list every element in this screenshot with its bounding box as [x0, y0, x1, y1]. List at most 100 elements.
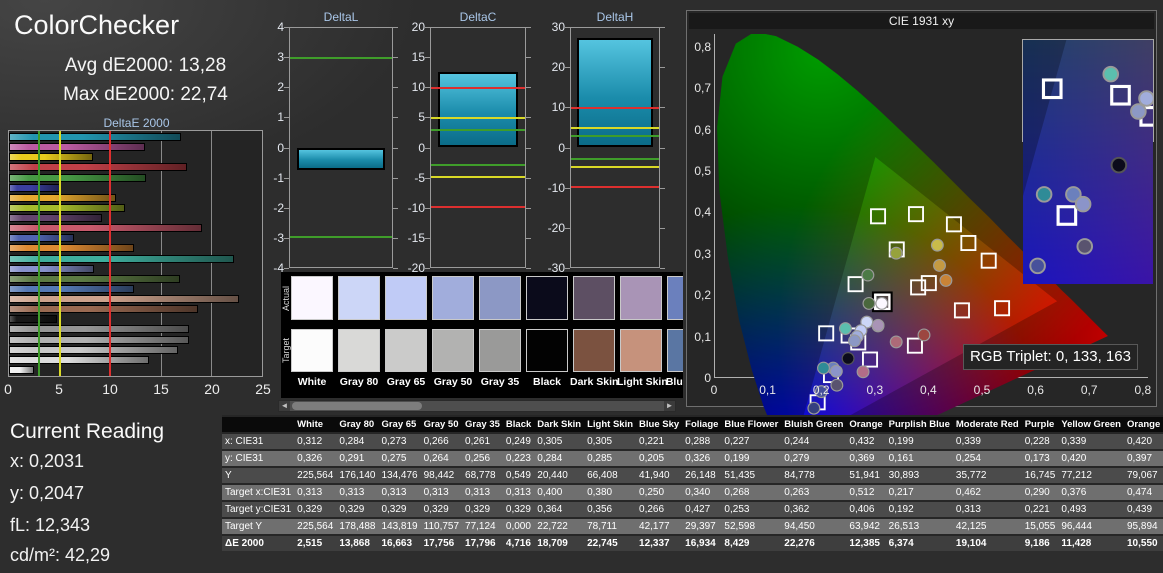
- y-tick-label: 30: [551, 20, 565, 34]
- value-cell: 0,432: [849, 436, 875, 447]
- value-cell: 0,199: [724, 453, 750, 464]
- value-cell: 0,284: [339, 436, 365, 447]
- value-cell: 0,217: [888, 487, 914, 498]
- tick-mark: [526, 87, 531, 89]
- bar-row-moderate-red: [9, 223, 262, 233]
- value-cell: 18,709: [537, 538, 568, 549]
- value-cell: 0,329: [339, 504, 365, 515]
- tick-mark: [526, 177, 531, 179]
- bar-row-orange-yellow: [9, 193, 262, 203]
- reading-cdm2: cd/m²: 42,29: [10, 545, 111, 565]
- cie-measured-point: [861, 268, 875, 282]
- limit-line-green: [571, 134, 659, 137]
- deltah-chart: [570, 27, 660, 268]
- tick-mark: [284, 27, 289, 28]
- bar-row-gray-65: [9, 345, 262, 355]
- column-header-gray-50: Gray 50: [420, 416, 463, 433]
- cie-measured-point: [930, 238, 944, 252]
- tick-mark: [565, 268, 570, 269]
- cie-measured-point: [933, 258, 946, 272]
- tick-mark: [284, 57, 289, 59]
- value-cell: 17,796: [465, 538, 496, 549]
- patch-label: Gray 50: [433, 376, 473, 388]
- column-header-purple: Purple: [1021, 416, 1059, 433]
- value-cell: 0,340: [685, 487, 711, 498]
- cie-x-tick-label: 0,8: [1134, 383, 1152, 397]
- bar-row-red: [9, 162, 262, 172]
- value-cell: 0,313: [297, 487, 323, 498]
- value-cell: 35,772: [955, 470, 987, 481]
- scroll-left-button[interactable]: ◄: [279, 401, 290, 411]
- value-cell: 0,279: [784, 453, 810, 464]
- actual-patch-gray-80: [338, 276, 380, 320]
- row-label: Target Y: [225, 521, 263, 532]
- measurement-table-container: White Gray 80 Gray 65 Gray 50 Gray 35 Black Da…: [222, 415, 1163, 551]
- cie-measured-point: [939, 273, 953, 287]
- tick-mark: [284, 268, 289, 269]
- table-row-tx: Target x:CIE31 0,313 0,313 0,313 0,313 0,313 0…: [222, 484, 1163, 501]
- reading-y: y: 0,2047: [10, 483, 85, 503]
- tick-mark: [425, 27, 430, 28]
- value-cell: 0,228: [1024, 436, 1050, 447]
- actual-patch-black: [526, 276, 568, 320]
- patch-label: Light Skin: [617, 376, 668, 388]
- value-cell: 0,273: [381, 436, 407, 447]
- limit-line-red: [571, 186, 659, 189]
- value-cell: 0,420: [1061, 453, 1087, 464]
- tick-mark: [284, 207, 289, 209]
- value-cell: 0,406: [849, 504, 875, 515]
- value-cell: 134,476: [381, 470, 418, 481]
- value-cell: 0,380: [587, 487, 613, 498]
- column-header-orange: Orange: [846, 416, 886, 433]
- patch-strip-scrollbar[interactable]: ◄ ►: [278, 400, 676, 412]
- value-cell: 0,261: [465, 436, 491, 447]
- value-cell: 0,284: [537, 453, 563, 464]
- bar-row-orange: [9, 243, 262, 253]
- scroll-right-button[interactable]: ►: [664, 401, 675, 411]
- target-patch-blue-sky: [667, 329, 683, 372]
- value-cell: 0,312: [297, 436, 323, 447]
- cie-measured-point: [841, 352, 855, 365]
- value-cell: 0,313: [381, 487, 407, 498]
- limit-line-green: [290, 56, 392, 59]
- bar-row-gray-80: [9, 355, 262, 365]
- max-de2000: Max dE2000: 22,74: [63, 84, 228, 105]
- target-patch-light-skin: [620, 329, 662, 372]
- tick-mark: [425, 87, 430, 89]
- cie-y-tick-label: 0,7: [694, 81, 711, 96]
- tick-mark: [565, 147, 570, 149]
- target-patch-black: [526, 329, 568, 372]
- table-row-y: y: CIE31 0,326 0,291 0,275 0,264 0,256 0,223 0,…: [222, 450, 1163, 467]
- tick-mark: [425, 117, 430, 119]
- column-header-light-skin: Light Skin: [584, 416, 637, 433]
- current-reading-heading: Current Reading: [10, 420, 165, 443]
- value-cell: 42,125: [955, 521, 987, 532]
- target-patch-gray-35: [479, 329, 521, 372]
- scrollbar-thumb[interactable]: [292, 402, 422, 410]
- bar-row-green: [9, 173, 262, 183]
- limit-line-green: [431, 164, 525, 167]
- cie-measured-point: [817, 361, 830, 375]
- value-cell: 77,212: [1061, 470, 1092, 481]
- column-header-gray-65: Gray 65: [378, 416, 421, 433]
- row-label: ΔE 2000: [225, 538, 264, 549]
- bar-row-magenta: [9, 142, 262, 152]
- cie-measured-point: [807, 401, 821, 415]
- row-label: Target x:CIE31: [225, 487, 292, 498]
- value-cell: 0,462: [955, 487, 981, 498]
- table-row-de: ΔE 2000 2,515 13,868 16,663 17,756 17,796 4,71…: [222, 535, 1163, 551]
- y-tick-label: 1: [277, 110, 284, 125]
- cie-zoom-inset: [1022, 39, 1154, 284]
- tick-mark: [425, 207, 430, 209]
- value-cell: 0,313: [423, 487, 449, 498]
- value-cell: 42,177: [639, 521, 670, 532]
- tick-mark: [565, 27, 570, 28]
- cie-y-tick-label: 0,2: [694, 288, 711, 303]
- value-cell: 20,440: [537, 470, 568, 481]
- actual-patch-gray-50: [432, 276, 474, 320]
- value-cell: 0,205: [639, 453, 665, 464]
- cie-measured-point: [1076, 238, 1094, 255]
- cie-measured-point: [862, 296, 876, 310]
- y-tick-label: 2: [277, 80, 284, 95]
- value-cell: 0,275: [381, 453, 407, 464]
